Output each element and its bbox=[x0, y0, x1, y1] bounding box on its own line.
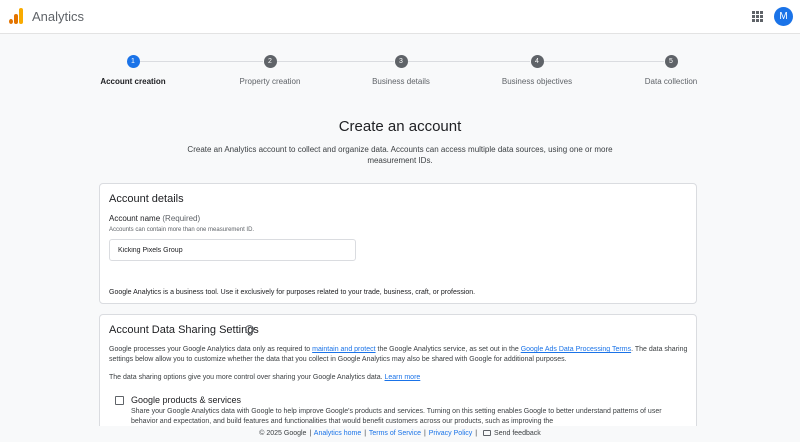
apps-grid-icon[interactable] bbox=[752, 11, 763, 22]
step-label: Business details bbox=[372, 77, 430, 86]
separator: | bbox=[309, 430, 312, 437]
sharing-description: Google processes your Google Analytics d… bbox=[109, 345, 689, 365]
feedback-icon[interactable] bbox=[483, 430, 492, 436]
separator: | bbox=[423, 430, 426, 437]
google-products-checkbox[interactable] bbox=[115, 396, 124, 405]
app-title[interactable]: Analytics bbox=[32, 9, 84, 24]
footer: © 2025 Google | Analytics home | Terms o… bbox=[0, 426, 800, 442]
step-business-objectives: 4 Business objectives bbox=[472, 55, 602, 86]
step-number: 2 bbox=[263, 55, 277, 68]
separator: | bbox=[475, 430, 478, 437]
separator: | bbox=[364, 430, 367, 437]
step-number: 3 bbox=[394, 55, 408, 68]
account-name-hint: Accounts can contain more than one measu… bbox=[109, 227, 255, 233]
step-label: Data collection bbox=[644, 77, 698, 86]
card-title: Account Data Sharing Settings bbox=[109, 324, 259, 336]
help-circle-icon[interactable]: ? bbox=[245, 325, 254, 334]
top-app-bar: Analytics M bbox=[0, 0, 800, 34]
google-products-option-description: Share your Google Analytics data with Go… bbox=[131, 408, 662, 425]
step-label: Property creation bbox=[239, 77, 301, 86]
learn-more-link[interactable]: Learn more bbox=[385, 374, 421, 381]
card-title: Account details bbox=[109, 193, 184, 205]
maintain-protect-link[interactable]: maintain and protect bbox=[312, 346, 375, 353]
page-subtitle: Create an Analytics account to collect a… bbox=[187, 145, 613, 165]
copyright: © 2025 Google bbox=[259, 430, 307, 437]
avatar[interactable]: M bbox=[774, 7, 793, 26]
data-sharing-card: Account Data Sharing Settings ? Google p… bbox=[99, 314, 697, 434]
step-number: 1 bbox=[126, 55, 140, 68]
step-data-collection: 5 Data collection bbox=[606, 55, 736, 86]
account-name-input[interactable] bbox=[109, 239, 356, 261]
sharing-options-note: The data sharing options give you more c… bbox=[109, 373, 689, 383]
page-title: Create an account bbox=[338, 118, 462, 135]
step-property-creation: 2 Property creation bbox=[205, 55, 335, 86]
text-segment: The data sharing options give you more c… bbox=[109, 374, 385, 381]
analytics-logo-icon[interactable] bbox=[9, 8, 23, 24]
step-label: Account creation bbox=[100, 77, 166, 86]
text-segment: the Google Analytics service, as set out… bbox=[375, 346, 521, 353]
account-name-label-text: Account name bbox=[109, 214, 161, 223]
google-products-option-title[interactable]: Google products & services bbox=[131, 395, 241, 405]
analytics-home-link[interactable]: Analytics home bbox=[314, 430, 361, 437]
data-processing-terms-link[interactable]: Google Ads Data Processing Terms bbox=[521, 346, 631, 353]
privacy-policy-link[interactable]: Privacy Policy bbox=[429, 430, 473, 437]
step-business-details: 3 Business details bbox=[336, 55, 466, 86]
required-marker: (Required) bbox=[162, 214, 201, 223]
send-feedback-link[interactable]: Send feedback bbox=[494, 430, 541, 437]
step-label: Business objectives bbox=[501, 77, 573, 86]
account-name-label: Account name (Required) bbox=[109, 214, 200, 223]
terms-of-service-link[interactable]: Terms of Service bbox=[369, 430, 421, 437]
step-number: 4 bbox=[530, 55, 544, 68]
step-number: 5 bbox=[664, 55, 678, 68]
text-segment: Google processes your Google Analytics d… bbox=[109, 346, 313, 353]
account-details-card: Account details Account name (Required) … bbox=[99, 183, 697, 304]
step-account-creation: 1 Account creation bbox=[68, 55, 198, 86]
business-tool-note: Google Analytics is a business tool. Use… bbox=[109, 289, 476, 296]
